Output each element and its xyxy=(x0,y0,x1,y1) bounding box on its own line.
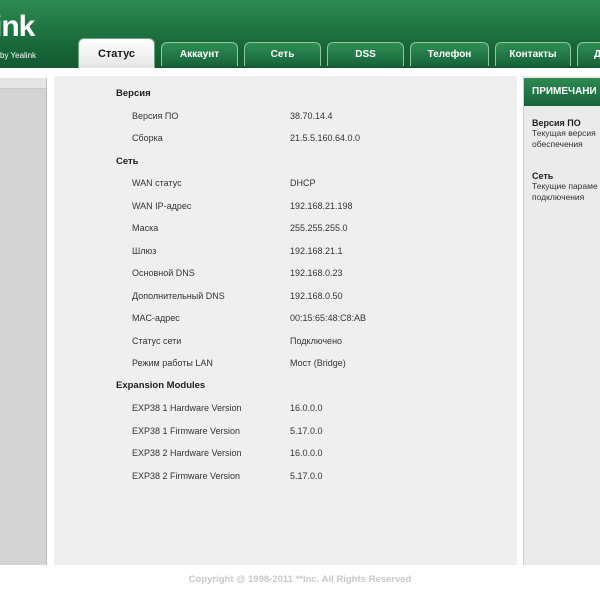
status-content-panel: Версия Версия ПО 38.70.14.4 Сборка 21.5.… xyxy=(54,76,517,565)
tab-more[interactable]: Д xyxy=(577,42,600,66)
notes-panel: ПРИМЕЧАНИ Версия ПО Текущая версия обесп… xyxy=(523,76,600,565)
row-label-network-status: Статус сети xyxy=(132,336,182,346)
tab-phone[interactable]: Телефон xyxy=(410,42,489,66)
section-title-expansion: Expansion Modules xyxy=(116,380,206,391)
left-sidebar-header xyxy=(0,78,46,89)
row-value-build: 21.5.5.160.64.0.0 xyxy=(290,133,361,143)
logo-tagline: by Yealink xyxy=(0,51,37,60)
left-sidebar xyxy=(0,78,47,565)
row-label-mac: MAC-адрес xyxy=(132,313,180,323)
note-title-network: Сеть xyxy=(532,171,554,181)
row-value-network-status: Подключено xyxy=(290,336,343,346)
note-text-firmware-line2: обеспечения xyxy=(532,139,583,149)
tab-dss[interactable]: DSS xyxy=(327,42,404,66)
tab-contacts[interactable]: Контакты xyxy=(495,42,571,66)
tab-status[interactable]: Статус xyxy=(78,38,155,68)
row-label-build: Сборка xyxy=(132,133,163,143)
row-label-firmware: Версия ПО xyxy=(132,111,179,121)
row-value-firmware: 38.70.14.4 xyxy=(290,111,333,121)
note-title-firmware: Версия ПО xyxy=(532,118,581,128)
row-value-mask: 255.255.255.0 xyxy=(290,223,348,233)
note-text-network-line1: Текущие параме xyxy=(532,181,598,191)
notes-header: ПРИМЕЧАНИ xyxy=(524,78,600,106)
footer-copyright: Copyright @ 1998-2011 **Inc. All Rights … xyxy=(188,574,412,585)
row-value-gateway: 192.168.21.1 xyxy=(290,246,343,256)
row-label-exp1-fw: EXP38 1 Firmware Version xyxy=(132,426,241,436)
row-value-lan-mode: Мост (Bridge) xyxy=(290,358,346,368)
section-title-network: Сеть xyxy=(116,156,139,167)
tab-account[interactable]: Аккаунт xyxy=(161,42,238,66)
row-label-lan-mode: Режим работы LAN xyxy=(132,358,213,368)
note-text-firmware-line1: Текущая версия xyxy=(532,128,596,138)
row-value-mac: 00:15:65:48:C8:AB xyxy=(290,313,367,323)
row-label-wan-status: WAN статус xyxy=(132,178,182,188)
row-label-gateway: Шлюз xyxy=(132,246,157,256)
row-label-exp1-hw: EXP38 1 Hardware Version xyxy=(132,403,242,413)
row-value-secondary-dns: 192.168.0.50 xyxy=(290,291,343,301)
row-label-mask: Маска xyxy=(132,223,159,233)
header-bar: ink by Yealink Статус Аккаунт Сеть DSS Т… xyxy=(0,0,600,68)
row-label-wan-ip: WAN IP-адрес xyxy=(132,201,192,211)
row-label-exp2-fw: EXP38 2 Firmware Version xyxy=(132,471,241,481)
row-value-exp2-fw: 5.17.0.0 xyxy=(290,471,323,481)
section-title-version: Версия xyxy=(116,88,151,99)
row-value-exp1-fw: 5.17.0.0 xyxy=(290,426,323,436)
row-value-wan-status: DHCP xyxy=(290,178,316,188)
row-label-secondary-dns: Дополнительный DNS xyxy=(132,291,225,301)
note-text-network-line2: подключения xyxy=(532,192,585,202)
row-value-exp2-hw: 16.0.0.0 xyxy=(290,448,323,458)
row-value-exp1-hw: 16.0.0.0 xyxy=(290,403,323,413)
tab-network[interactable]: Сеть xyxy=(244,42,321,66)
row-label-exp2-hw: EXP38 2 Hardware Version xyxy=(132,448,242,458)
row-label-primary-dns: Основной DNS xyxy=(132,268,195,278)
yealink-logo: ink xyxy=(0,10,35,43)
row-value-primary-dns: 192.168.0.23 xyxy=(290,268,343,278)
row-value-wan-ip: 192.168.21.198 xyxy=(290,201,353,211)
